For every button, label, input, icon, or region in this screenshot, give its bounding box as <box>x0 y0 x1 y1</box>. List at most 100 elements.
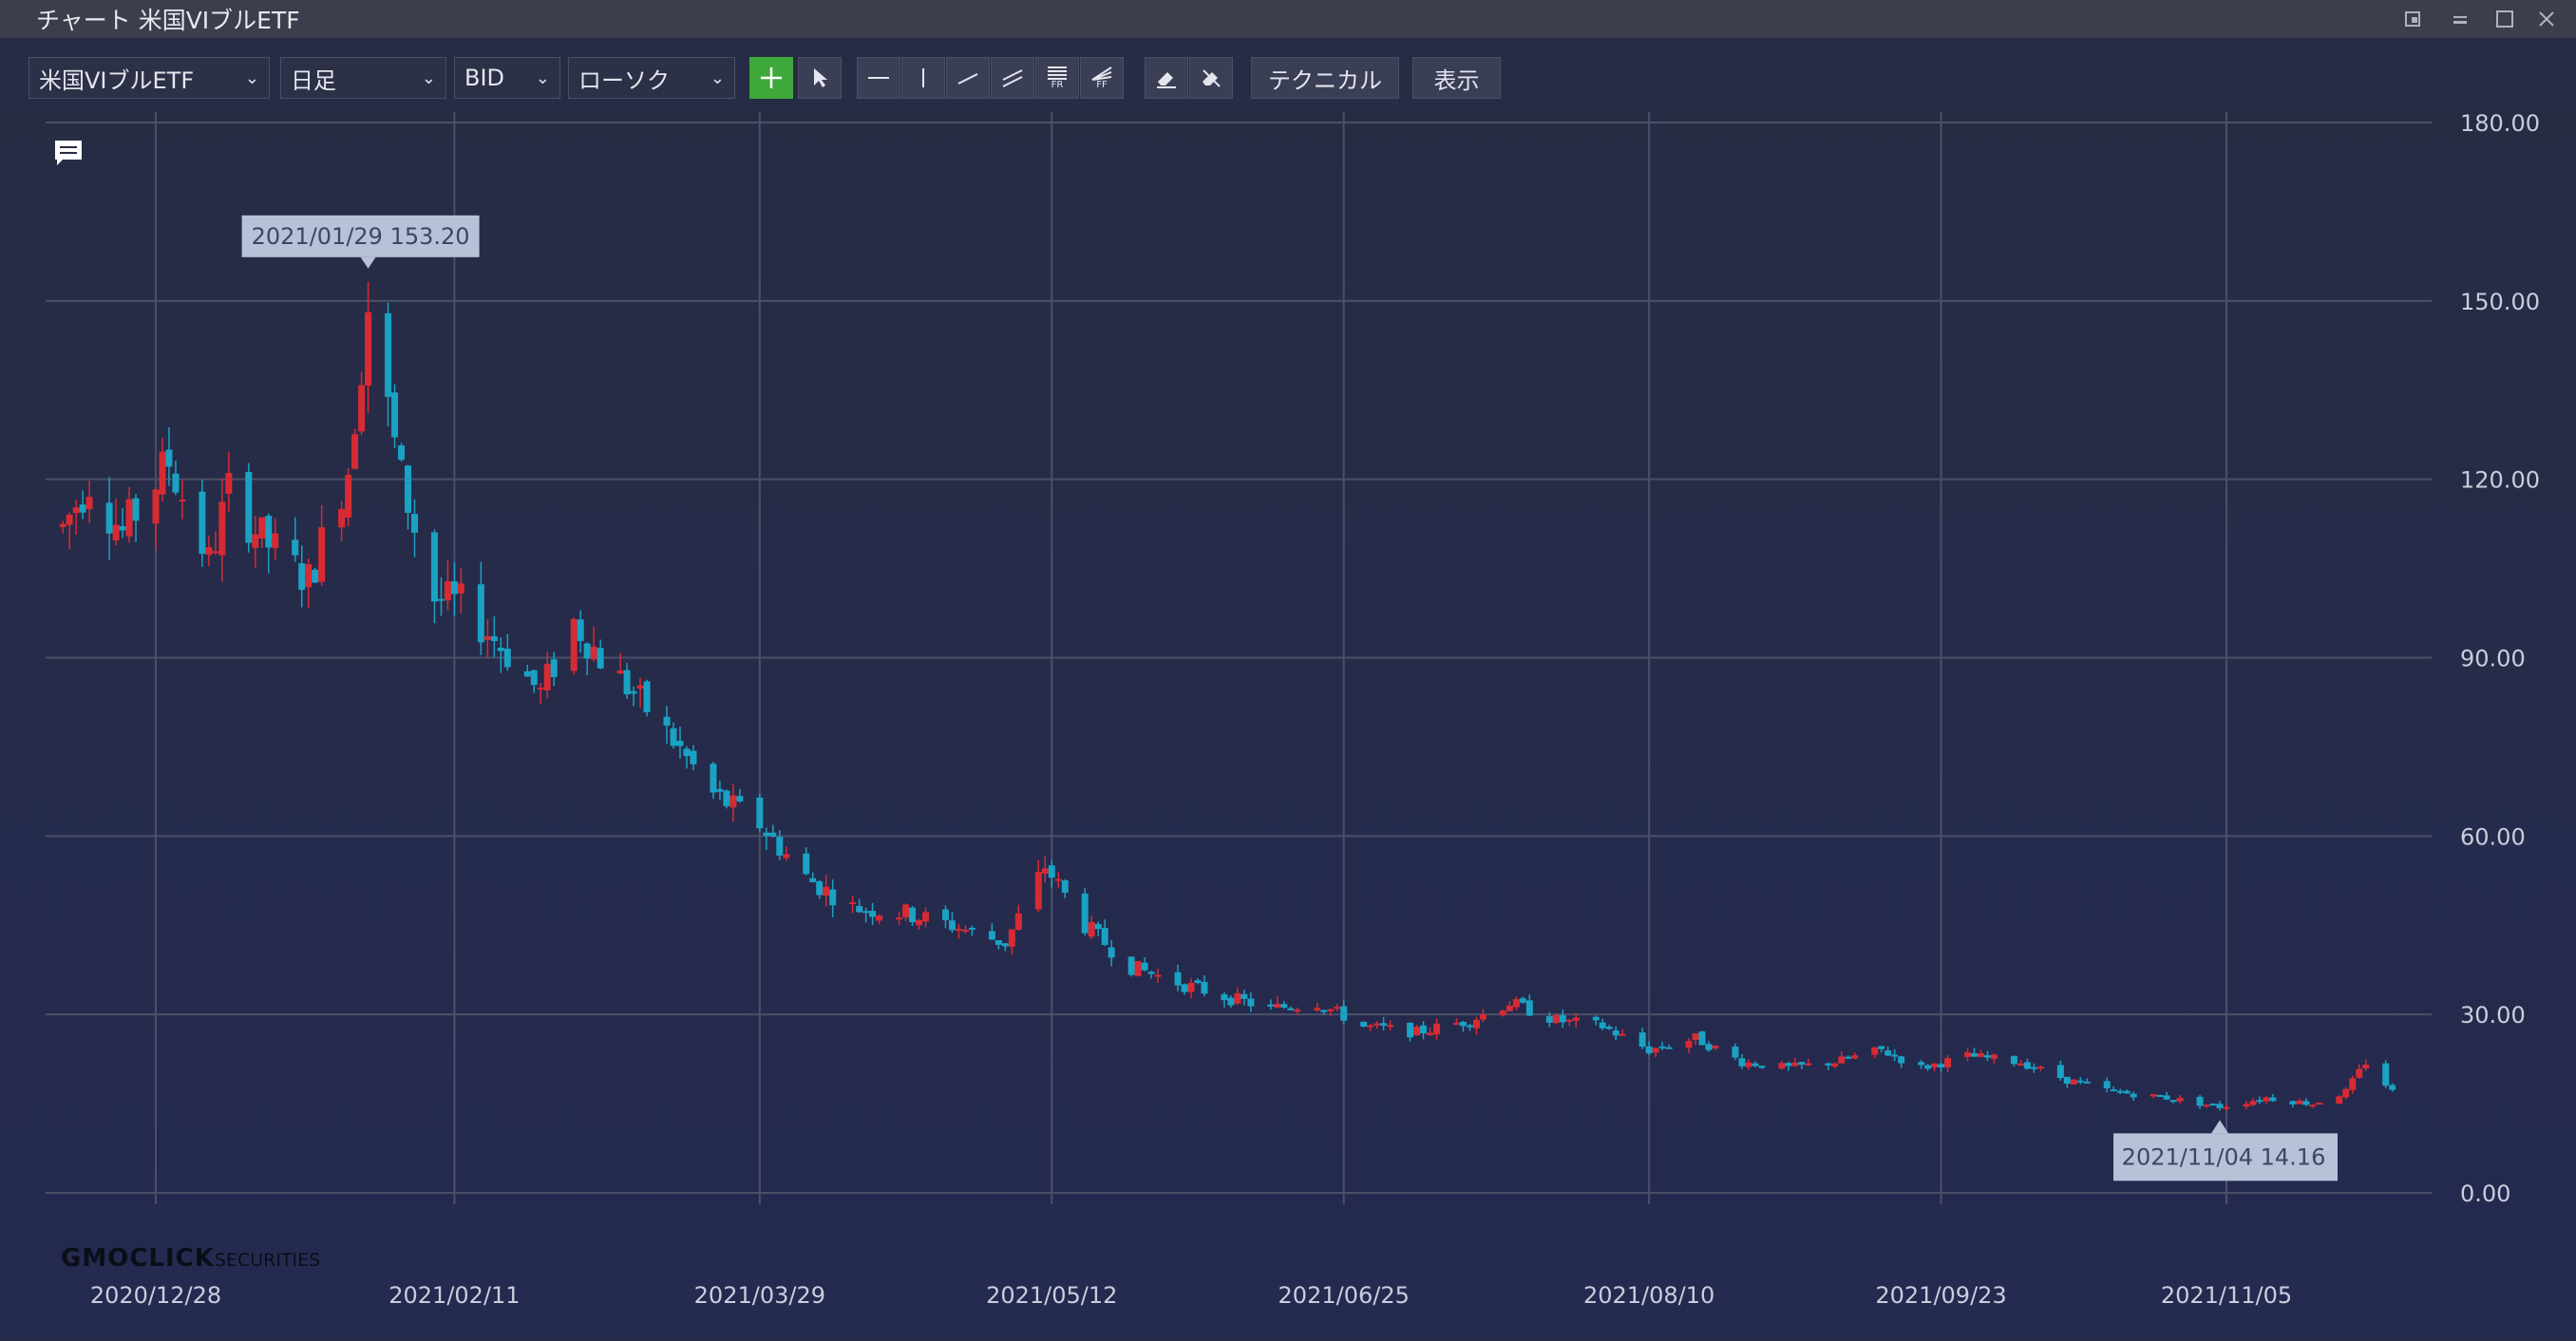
candle-body <box>483 635 491 640</box>
brand-logo-text: GMOCLICK <box>61 1244 215 1273</box>
candle-body <box>1565 1019 1573 1022</box>
x-tick-label: 2021/02/11 <box>388 1282 520 1309</box>
candle-body <box>1014 913 1022 931</box>
crosshair-button[interactable] <box>749 57 793 99</box>
candle-body <box>683 748 691 757</box>
timeframe-select[interactable]: 日足 ⌄ <box>280 57 446 99</box>
candle-body <box>1134 960 1142 976</box>
candle-body <box>710 764 717 793</box>
candle-body <box>1387 1025 1394 1028</box>
candle-body <box>2017 1063 2024 1067</box>
candle-body <box>1519 998 1526 1003</box>
x-tick-label: 2021/11/05 <box>2161 1282 2292 1309</box>
candle-body <box>2203 1105 2210 1107</box>
candle-body <box>1885 1050 1892 1056</box>
candle-body <box>1174 972 1182 986</box>
candle-body <box>523 670 531 677</box>
channel-line-button[interactable] <box>991 57 1034 99</box>
brand-logo-suffix: SECURITIES <box>214 1250 321 1271</box>
trend-line-button[interactable] <box>946 57 990 99</box>
candle-body <box>1705 1044 1713 1050</box>
annotation-label-low: 2021/11/04 14.16 <box>2122 1143 2326 1170</box>
erase-button[interactable] <box>1145 57 1188 99</box>
eraser-icon <box>1157 72 1176 88</box>
candle-body <box>1924 1065 1932 1069</box>
candle-body <box>2342 1088 2350 1098</box>
candle-body <box>530 670 538 686</box>
candle-body <box>205 547 213 556</box>
candlestick-chart[interactable]: 0.00 30.00 60.00 90.00 120.00 150.00 180.00 202… <box>0 110 2576 1337</box>
candle-body <box>1287 1008 1295 1010</box>
candle-body <box>1559 1014 1566 1023</box>
x-tick-label: 2020/12/28 <box>90 1282 221 1309</box>
chart-style-select[interactable]: ローソク ⌄ <box>568 57 735 99</box>
candle-body <box>2176 1098 2184 1102</box>
chevron-down-icon: ⌄ <box>421 67 436 88</box>
candle-body <box>1247 998 1255 1007</box>
candle-body <box>1512 998 1520 1008</box>
display-button[interactable]: 表示 <box>1412 57 1501 99</box>
candle-body <box>212 551 219 554</box>
candle-body <box>405 465 412 513</box>
candle-body <box>1380 1023 1388 1026</box>
candle-body <box>1499 1010 1506 1016</box>
candle-body <box>2023 1062 2031 1069</box>
candle-body <box>1931 1063 1939 1067</box>
candle-body <box>437 598 445 601</box>
candle-body <box>829 889 837 906</box>
horizontal-line-icon <box>868 77 889 79</box>
restore-icon[interactable] <box>2389 0 2436 38</box>
minimize-icon[interactable] <box>2436 0 2484 38</box>
candle-body <box>497 647 504 652</box>
candle-body <box>1127 956 1135 975</box>
candle-body <box>2083 1081 2091 1084</box>
candle-body <box>1831 1063 1839 1067</box>
symbol-select[interactable]: 米国VIブルETF ⌄ <box>28 57 270 99</box>
candle-body <box>1685 1041 1693 1048</box>
candle-body <box>457 583 464 594</box>
fibonacci-retracement-label: FR <box>1051 80 1064 90</box>
candle-body <box>1280 1004 1288 1008</box>
candle-body <box>265 516 273 548</box>
candle-body <box>85 497 93 510</box>
candle-body <box>503 648 511 668</box>
fibonacci-fan-button[interactable]: FF <box>1080 57 1124 99</box>
candle-body <box>2223 1106 2230 1109</box>
technical-button[interactable]: テクニカル <box>1251 57 1399 99</box>
price-type-select[interactable]: BID ⌄ <box>454 57 560 99</box>
candle-body <box>2356 1068 2363 1078</box>
candle-body <box>1187 982 1195 992</box>
candle-body <box>809 878 817 882</box>
candle-body <box>643 681 651 712</box>
candle-body <box>2382 1063 2390 1086</box>
pointer-button[interactable] <box>798 57 842 99</box>
fibonacci-retracement-button[interactable]: FR <box>1035 57 1079 99</box>
candle-body <box>1008 929 1015 947</box>
maximize-icon[interactable] <box>2481 0 2529 38</box>
chart-area[interactable]: 0.00 30.00 60.00 90.00 120.00 150.00 180.00 202… <box>0 110 2576 1337</box>
candle-body <box>816 880 824 896</box>
candle-body <box>2269 1097 2277 1102</box>
erase-all-button[interactable] <box>1189 57 1233 99</box>
candle-body <box>152 489 160 524</box>
candle-body <box>803 853 810 875</box>
candle-body <box>351 434 359 469</box>
candle-body <box>119 526 126 531</box>
vertical-line-button[interactable] <box>901 57 945 99</box>
candle-body <box>922 912 930 922</box>
candle-body <box>1034 872 1042 910</box>
comment-icon[interactable] <box>53 139 84 165</box>
horizontal-line-button[interactable] <box>857 57 900 99</box>
chevron-down-icon: ⌄ <box>535 67 550 88</box>
candle-body <box>616 670 624 674</box>
annotation-pointer-high <box>360 256 376 269</box>
cursor-arrow-icon <box>814 68 827 87</box>
close-icon[interactable] <box>2523 0 2570 38</box>
candle-body <box>1891 1054 1899 1057</box>
candle-body <box>159 451 166 495</box>
candle-body <box>1898 1056 1905 1064</box>
candle-body <box>2316 1103 2323 1105</box>
candle-body <box>1048 865 1055 878</box>
candle-body <box>769 832 777 837</box>
candle-body <box>1201 981 1208 994</box>
